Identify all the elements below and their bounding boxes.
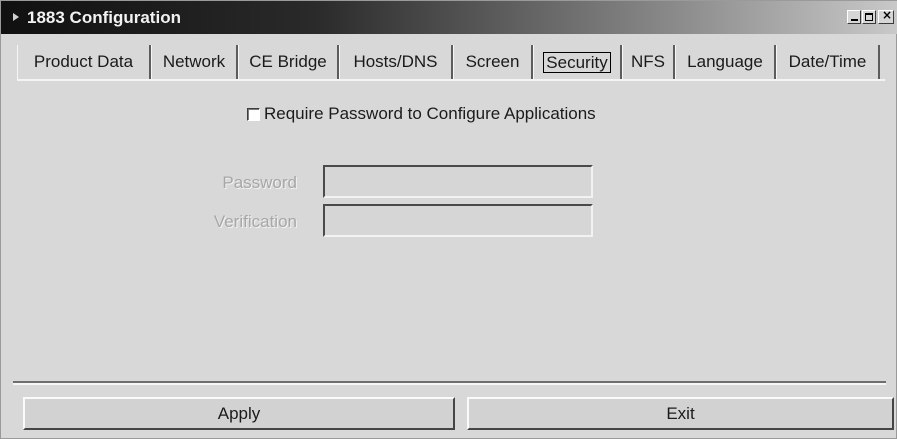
tab-label: NFS	[631, 52, 665, 71]
tab-date-time[interactable]: Date/Time	[776, 45, 880, 79]
close-icon: ×	[881, 8, 893, 22]
apply-button[interactable]: Apply	[23, 397, 455, 430]
tab-nfs[interactable]: NFS	[622, 45, 675, 79]
footer-divider-highlight	[13, 383, 886, 385]
maximize-icon	[865, 13, 873, 21]
tab-language[interactable]: Language	[675, 45, 776, 79]
tab-strip-divider	[17, 79, 885, 81]
tab-label: Date/Time	[788, 52, 867, 71]
require-password-row: Require Password to Configure Applicatio…	[247, 104, 596, 124]
tab-label: Screen	[465, 52, 520, 71]
tab-hosts-dns[interactable]: Hosts/DNS	[339, 45, 453, 79]
password-field[interactable]	[323, 165, 593, 198]
tab-label: Product Data	[33, 52, 134, 71]
tab-label: Language	[687, 52, 763, 71]
title-bar[interactable]: 1883 Configuration ×	[1, 1, 897, 34]
tab-ce-bridge[interactable]: CE Bridge	[238, 45, 339, 79]
minimize-button[interactable]	[847, 10, 861, 24]
window-title: 1883 Configuration	[27, 8, 181, 27]
verification-field[interactable]	[323, 204, 593, 237]
tab-screen[interactable]: Screen	[453, 45, 533, 79]
tab-label: Network	[162, 52, 226, 71]
exit-button[interactable]: Exit	[467, 397, 894, 430]
maximize-button[interactable]	[862, 10, 876, 24]
tab-security[interactable]: Security	[533, 45, 622, 79]
minimize-icon	[851, 19, 858, 21]
password-label: Password	[222, 173, 297, 192]
tab-label: Security	[543, 51, 611, 73]
close-button[interactable]: ×	[878, 8, 894, 24]
tab-label: CE Bridge	[249, 52, 327, 71]
tab-label: Hosts/DNS	[353, 52, 438, 71]
window-menu-icon[interactable]	[13, 13, 19, 21]
verification-label: Verification	[213, 212, 297, 231]
tab-network[interactable]: Network	[151, 45, 238, 79]
require-password-label[interactable]: Require Password to Configure Applicatio…	[264, 104, 596, 124]
tab-product-data[interactable]: Product Data	[17, 45, 151, 79]
require-password-checkbox[interactable]	[247, 107, 260, 121]
config-window: 1883 Configuration × Product Data Networ…	[0, 0, 897, 439]
